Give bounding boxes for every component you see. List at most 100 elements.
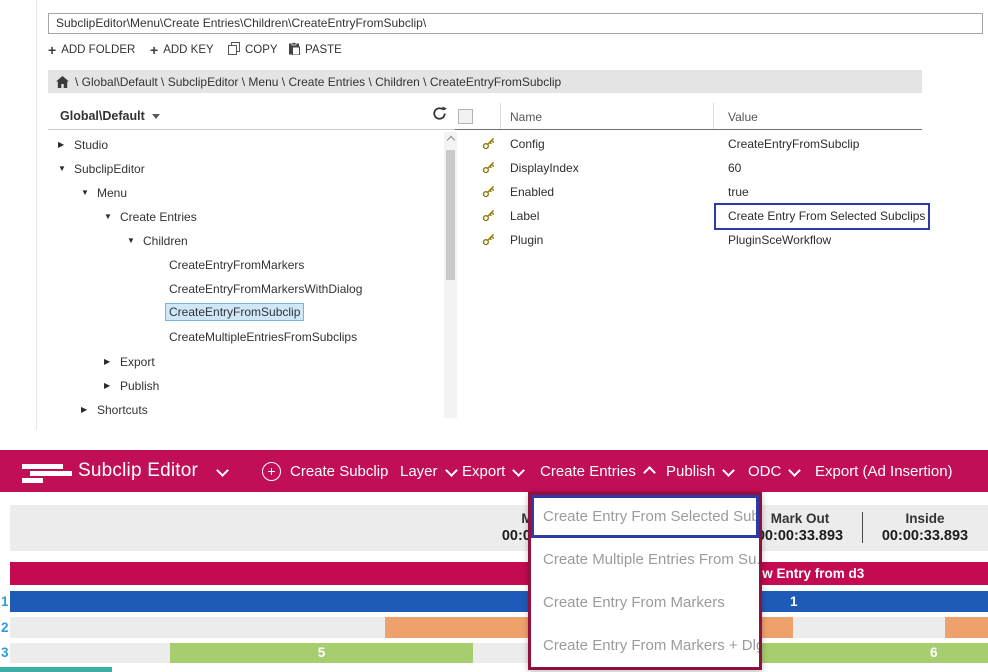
column-header-name[interactable]: Name bbox=[510, 105, 542, 129]
tree-item-subclipeditor[interactable]: SubclipEditor bbox=[58, 159, 145, 178]
tree-item-createmultipleentriesfromsubclips[interactable]: CreateMultipleEntriesFromSubclips bbox=[169, 327, 357, 346]
table-row-value[interactable]: true bbox=[728, 180, 749, 204]
add-folder-button[interactable]: + ADD FOLDER bbox=[48, 42, 135, 57]
track-label-2: 2 bbox=[1, 617, 10, 638]
select-all-checkbox[interactable] bbox=[458, 109, 473, 124]
dropdown-item-create-entry-from-selected-subclips[interactable]: Create Entry From Selected Sub... bbox=[531, 495, 759, 538]
chevron-collapsed-icon[interactable] bbox=[58, 140, 74, 149]
menu-create-entries[interactable]: Create Entries bbox=[540, 450, 654, 492]
menu-export-ad-insertion[interactable]: Export (Ad Insertion) bbox=[815, 450, 953, 492]
tree-item-menu[interactable]: Menu bbox=[81, 183, 127, 202]
column-header-value[interactable]: Value bbox=[728, 105, 758, 129]
table-row-name[interactable]: DisplayIndex bbox=[510, 156, 579, 180]
chevron-expanded-icon[interactable] bbox=[58, 164, 74, 173]
label-value-highlight-box bbox=[714, 203, 930, 230]
paste-button[interactable]: PASTE bbox=[288, 42, 342, 57]
tree-item-label: Create Entries bbox=[120, 210, 197, 224]
dropdown-item-create-multiple-entries-from-subclips[interactable]: Create Multiple Entries From Su... bbox=[531, 538, 759, 581]
inside-value: 00:00:33.893 bbox=[855, 528, 988, 545]
table-row-value[interactable]: PluginSceWorkflow bbox=[728, 228, 831, 252]
chevron-expanded-icon[interactable] bbox=[81, 188, 97, 197]
home-icon[interactable] bbox=[56, 76, 69, 88]
chevron-down-icon bbox=[722, 464, 735, 477]
track-2-clip[interactable] bbox=[945, 617, 988, 638]
breadcrumb-path: \ Global\Default \ SubclipEditor \ Menu … bbox=[75, 75, 561, 89]
copy-button[interactable]: COPY bbox=[228, 42, 278, 57]
scroll-up-icon[interactable] bbox=[446, 136, 454, 144]
menu-publish-label: Publish bbox=[666, 463, 715, 480]
menu-export[interactable]: Export bbox=[462, 450, 523, 492]
timeline-track-4-clip[interactable] bbox=[0, 667, 112, 672]
tree-item-label: Children bbox=[143, 234, 188, 248]
menu-odc[interactable]: ODC bbox=[748, 450, 799, 492]
timeline-track-3: 5 6 bbox=[10, 643, 988, 663]
chevron-collapsed-icon[interactable] bbox=[104, 357, 120, 366]
tree-item-label: Shortcuts bbox=[97, 403, 148, 417]
chevron-expanded-icon[interactable] bbox=[104, 212, 120, 221]
tree-root-selector[interactable]: Global\Default bbox=[60, 106, 160, 126]
tree-item-children[interactable]: Children bbox=[127, 231, 188, 250]
clip-number: 1 bbox=[790, 591, 798, 612]
menu-publish[interactable]: Publish bbox=[666, 450, 733, 492]
tree-item-label: CreateEntryFromSubclip bbox=[165, 303, 304, 321]
table-row-name[interactable]: Config bbox=[510, 132, 545, 156]
path-input[interactable]: SubclipEditor\Menu\Create Entries\Childr… bbox=[48, 13, 983, 34]
tree-item-label: SubclipEditor bbox=[74, 162, 145, 176]
app-logo bbox=[22, 478, 43, 483]
key-icon bbox=[482, 137, 495, 155]
key-icon bbox=[482, 185, 495, 203]
app-title[interactable]: Subclip Editor bbox=[78, 450, 198, 492]
tree-item-label: Export bbox=[120, 355, 155, 369]
track-label-3: 3 bbox=[1, 643, 10, 663]
tree-item-studio[interactable]: Studio bbox=[58, 135, 108, 154]
menu-layer[interactable]: Layer bbox=[400, 450, 456, 492]
track-3-clip[interactable]: 5 bbox=[170, 643, 473, 663]
chevron-collapsed-icon[interactable] bbox=[81, 405, 97, 414]
key-icon bbox=[482, 161, 495, 179]
table-header-underline bbox=[455, 129, 922, 130]
tree-item-export[interactable]: Export bbox=[104, 352, 155, 371]
refresh-button[interactable] bbox=[432, 106, 447, 126]
timecode-info-bar: Mark In 00:00:00.000 Mark Out 00:00:33.8… bbox=[10, 505, 988, 551]
dropdown-item-create-entry-from-markers-dlg[interactable]: Create Entry From Markers + Dlg bbox=[531, 624, 759, 667]
table-row-name[interactable]: Enabled bbox=[510, 180, 554, 204]
chevron-down-icon bbox=[152, 114, 160, 119]
table-row-name[interactable]: Label bbox=[510, 204, 539, 228]
table-row-value[interactable]: CreateEntryFromSubclip bbox=[728, 132, 859, 156]
tree-item-label: CreateEntryFromMarkers bbox=[169, 258, 304, 272]
tree-item-createentryfrommarkers[interactable]: CreateEntryFromMarkers bbox=[169, 255, 304, 274]
tree-item-label: Studio bbox=[74, 138, 108, 152]
plus-icon: + bbox=[150, 44, 158, 56]
column-divider bbox=[713, 103, 714, 129]
tree-item-label: CreateEntryFromMarkersWithDialog bbox=[169, 282, 362, 296]
timeline-track-1-bar[interactable]: 1 bbox=[10, 591, 988, 612]
chevron-collapsed-icon[interactable] bbox=[104, 381, 120, 390]
chevron-expanded-icon[interactable] bbox=[127, 236, 143, 245]
tree-item-label: CreateMultipleEntriesFromSubclips bbox=[169, 330, 357, 344]
add-folder-label: ADD FOLDER bbox=[61, 44, 135, 56]
key-icon bbox=[482, 233, 495, 251]
plus-icon: + bbox=[48, 44, 56, 56]
tree-item-create-entries[interactable]: Create Entries bbox=[104, 207, 197, 226]
tree-item-shortcuts[interactable]: Shortcuts bbox=[81, 400, 148, 419]
tree-item-publish[interactable]: Publish bbox=[104, 376, 159, 395]
paste-icon bbox=[288, 42, 300, 58]
table-row-name[interactable]: Plugin bbox=[510, 228, 543, 252]
entry-bar-label: New Entry from d3 bbox=[745, 562, 864, 585]
chevron-down-icon bbox=[445, 464, 458, 477]
inside-label: Inside bbox=[855, 510, 988, 528]
tree-scrollbar-thumb[interactable] bbox=[446, 150, 455, 280]
key-icon bbox=[482, 209, 495, 227]
dropdown-item-create-entry-from-markers[interactable]: Create Entry From Markers bbox=[531, 581, 759, 624]
table-row-value[interactable]: 60 bbox=[728, 156, 741, 180]
tree-item-createentryfromsubclip-selected[interactable]: CreateEntryFromSubclip bbox=[165, 302, 304, 321]
tree-divider bbox=[48, 129, 458, 130]
paste-label: PASTE bbox=[305, 44, 342, 56]
create-subclip-button[interactable]: + Create Subclip bbox=[262, 450, 388, 492]
tree-item-createentryfrommarkerswithdialog[interactable]: CreateEntryFromMarkersWithDialog bbox=[169, 279, 362, 298]
timeline-entry-bar[interactable]: New Entry from d3 bbox=[10, 562, 988, 585]
add-key-button[interactable]: + ADD KEY bbox=[150, 42, 214, 57]
breadcrumb[interactable]: \ Global\Default \ SubclipEditor \ Menu … bbox=[48, 70, 922, 93]
app-logo bbox=[30, 471, 72, 476]
chevron-down-icon bbox=[788, 464, 801, 477]
